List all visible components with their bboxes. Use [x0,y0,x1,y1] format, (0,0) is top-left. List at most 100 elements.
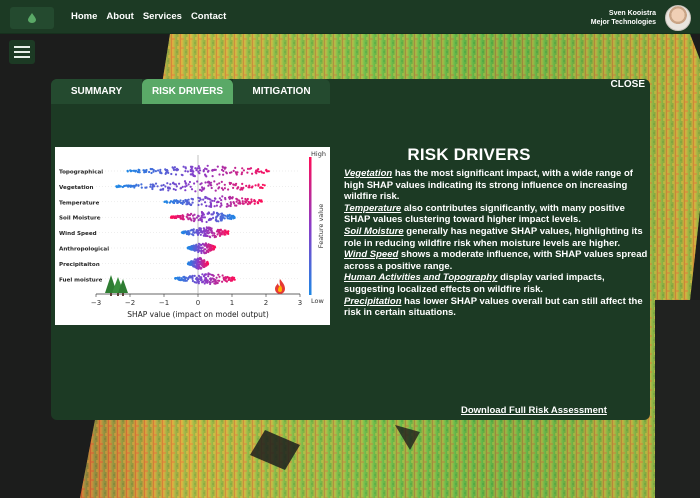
shap-point [204,181,207,184]
hamburger-line [14,46,30,48]
shap-point [152,185,155,188]
shap-point [234,204,237,207]
shap-point [223,183,226,186]
shap-point [191,214,195,217]
shap-point [191,201,194,204]
shap-point [242,169,245,172]
shap-point [232,214,235,218]
shap-point [208,205,211,208]
shap-point [223,217,226,220]
shap-point [218,197,221,200]
shap-point [196,180,199,183]
shap-point [202,170,205,173]
risk-paragraph: Temperature also contributes significant… [344,203,650,226]
shap-point [221,231,224,234]
shap-point [195,276,198,279]
shap-point [228,217,231,220]
risk-paragraph: Soil Moisture generally has negative SHA… [344,226,650,249]
close-button[interactable]: CLOSE [611,79,645,90]
shap-point [133,186,136,189]
shap-point [209,244,212,247]
user-info[interactable]: Sven Kooistra Mejor Technologies [591,9,656,27]
shap-point [221,280,224,283]
shap-point [205,249,209,253]
tab-summary[interactable]: SUMMARY [51,79,142,104]
shap-point [191,245,194,248]
hamburger-menu-button[interactable] [9,40,35,64]
shap-point [215,204,218,207]
shap-point [206,170,210,173]
shap-point [193,248,196,251]
nav-link-home[interactable]: Home [71,11,97,22]
nav-link-services[interactable]: Services [143,11,182,22]
risk-term: Temperature [344,202,402,214]
shap-point [249,167,253,170]
shap-point [178,182,181,185]
shap-point [260,170,263,173]
nav-links: Home About Services Contact [71,11,226,22]
shap-point [190,188,194,191]
shap-point [217,220,220,223]
risk-description: Vegetation has the most significant impa… [344,168,650,319]
shap-point [226,215,229,218]
risk-paragraph: Vegetation has the most significant impa… [344,168,650,203]
shap-point [213,245,216,248]
shap-point [220,168,224,171]
shap-point [211,175,214,178]
shap-point [193,182,196,185]
shap-point [221,274,224,277]
shap-point [187,202,190,205]
shap-point [206,229,209,232]
shap-point [192,220,196,223]
page-title: RISK DRIVERS [407,145,531,164]
nav-link-about[interactable]: About [106,11,133,22]
shap-point [187,183,190,186]
shap-point [164,185,167,188]
nav-link-contact[interactable]: Contact [191,11,226,22]
shap-point [197,165,200,168]
shap-point [159,188,162,191]
shap-point [195,281,198,284]
x-tick-label: −1 [159,299,169,307]
shap-point [189,229,192,232]
shap-point [261,183,264,186]
shap-point [237,202,240,205]
feature-label: Fuel moisture [59,277,103,283]
x-tick-label: 2 [264,299,268,307]
shap-point [200,203,203,206]
shap-point [154,170,157,173]
shap-point [181,214,184,217]
shap-point [213,205,216,208]
risk-term: Vegetation [344,168,393,179]
shap-point [241,171,244,174]
download-assessment-link[interactable]: Download Full Risk Assessment [461,405,607,416]
shap-point [190,212,193,215]
risk-panel: SUMMARY RISK DRIVERS MITIGATION CLOSE −3… [51,79,650,420]
shap-point [185,279,188,282]
shap-point [187,231,190,235]
shap-point [164,200,167,203]
shap-point [207,184,210,187]
avatar[interactable] [665,5,691,31]
shap-point [257,168,260,171]
shap-point [221,166,224,169]
feature-label: Vegetation [59,185,93,191]
shap-point [188,180,191,184]
home-logo-button[interactable] [10,7,54,29]
shap-point [221,217,224,220]
shap-point [152,170,155,173]
shap-point [192,170,195,173]
risk-term: Soil Moisture [344,225,404,237]
shap-point [177,201,180,204]
shap-point [149,167,152,171]
shap-point [223,229,226,232]
tab-risk-drivers[interactable]: RISK DRIVERS [142,79,233,104]
shap-point [159,170,162,173]
shap-point [194,244,197,247]
tab-mitigation[interactable]: MITIGATION [233,79,330,104]
shap-point [216,165,219,168]
shap-point [181,185,184,188]
shap-point [206,164,209,167]
shap-point [194,167,197,170]
shap-point [208,235,211,238]
